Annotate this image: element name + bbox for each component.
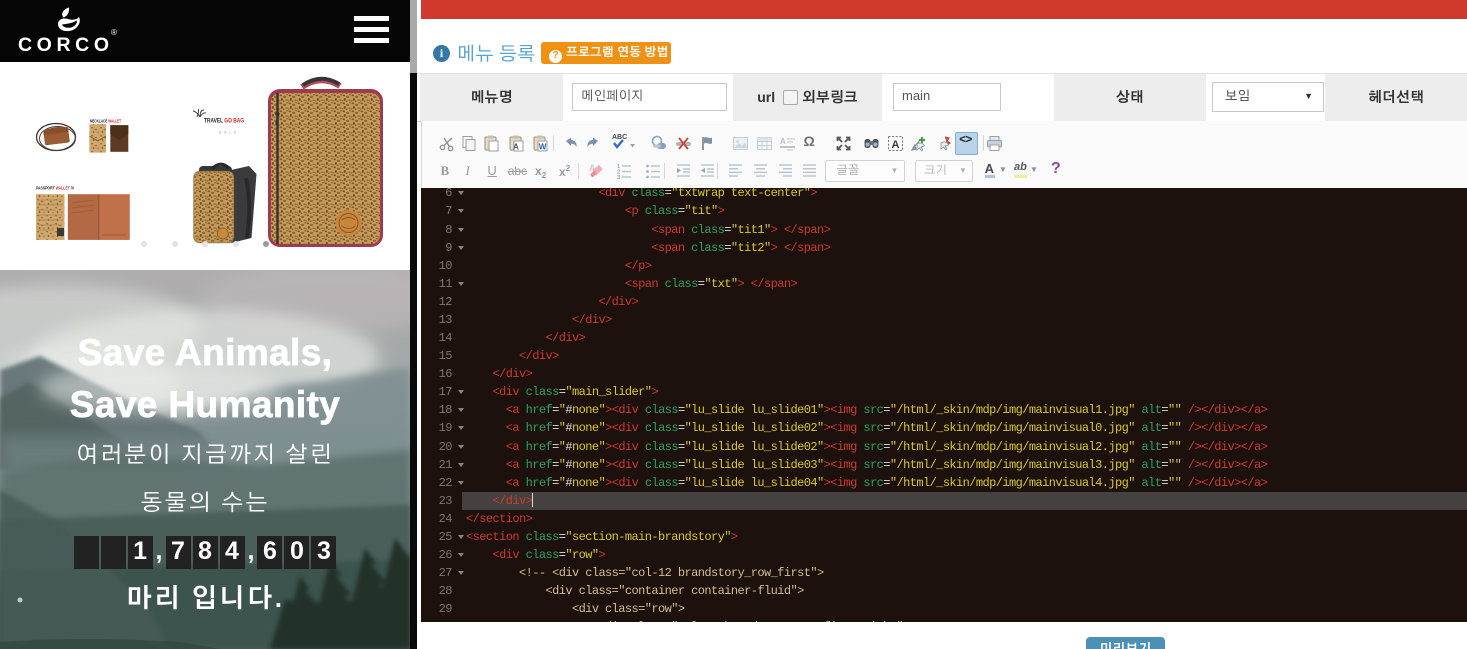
svg-text:TRAVEL GO BAG: TRAVEL GO BAG bbox=[204, 119, 244, 125]
svg-text:3: 3 bbox=[617, 175, 620, 179]
svg-text:A: A bbox=[513, 143, 519, 151]
svg-text:A: A bbox=[891, 140, 899, 151]
svg-text:2: 2 bbox=[617, 170, 620, 176]
svg-text:ABC: ABC bbox=[612, 134, 627, 141]
svg-text:PASSPORT WALLET /V: PASSPORT WALLET /V bbox=[36, 187, 74, 191]
svg-text:NECKLACE WALLET: NECKLACE WALLET bbox=[90, 120, 121, 124]
svg-text:A: A bbox=[780, 138, 786, 146]
svg-text:W: W bbox=[539, 143, 547, 151]
svg-text:1: 1 bbox=[617, 164, 620, 170]
svg-text:S A L E: S A L E bbox=[219, 131, 237, 135]
